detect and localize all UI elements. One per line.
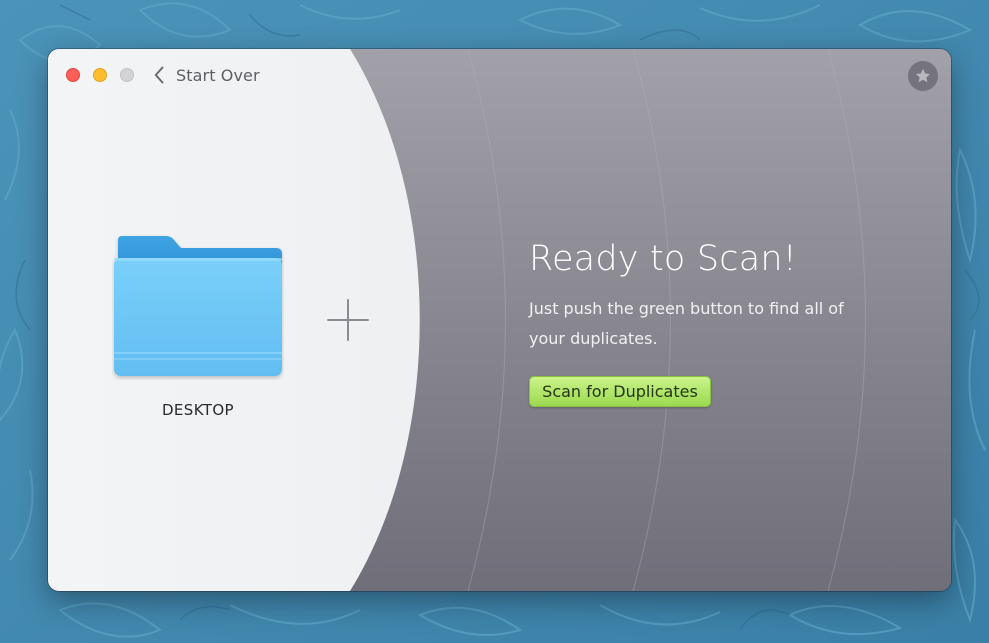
- app-window: Start Over DESKTOP Ready to Scan! Just p…: [48, 49, 951, 591]
- zoom-button[interactable]: [120, 68, 134, 82]
- folder-icon: [114, 236, 282, 376]
- instruction-text: Just push the green button to find all o…: [529, 299, 844, 348]
- star-icon: [915, 68, 931, 83]
- chevron-left-icon: [154, 66, 164, 84]
- plus-icon[interactable]: [325, 297, 371, 343]
- folder-label: DESKTOP: [161, 401, 235, 419]
- star-button[interactable]: [908, 61, 938, 91]
- start-over-label: Start Over: [176, 65, 260, 85]
- close-button[interactable]: [66, 68, 80, 82]
- ready-headline: Ready to Scan!: [529, 239, 797, 279]
- minimize-button[interactable]: [93, 68, 107, 82]
- desktop-background: Start Over DESKTOP Ready to Scan! Just p…: [0, 0, 989, 643]
- scan-for-duplicates-button[interactable]: Scan for Duplicates: [529, 376, 711, 407]
- start-over-button[interactable]: Start Over: [154, 63, 260, 87]
